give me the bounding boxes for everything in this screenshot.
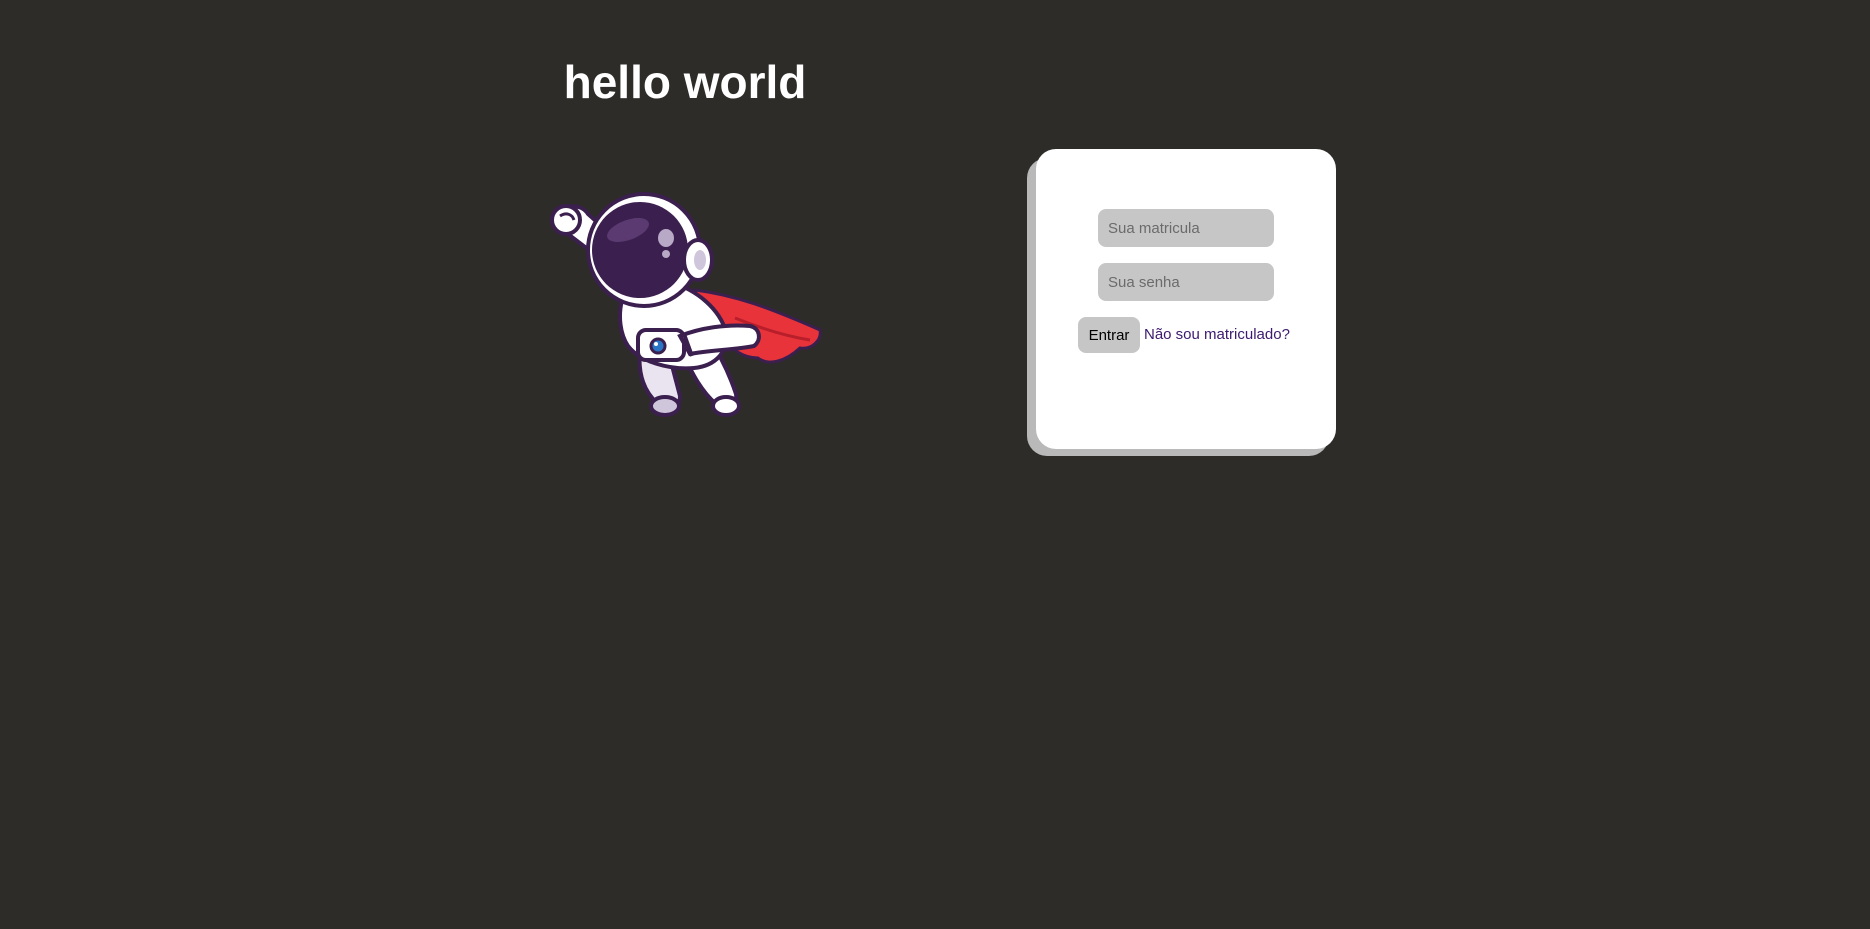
register-link[interactable]: Não sou matriculado? (1144, 326, 1290, 343)
senha-input[interactable] (1098, 263, 1274, 301)
matricula-input[interactable] (1098, 209, 1274, 247)
page: hello world Entrar (0, 0, 1870, 929)
login-card: Entrar Não sou matriculado? (1036, 149, 1336, 449)
enter-button[interactable]: Entrar (1078, 317, 1140, 353)
page-title: hello world (563, 56, 807, 108)
astronaut-icon (550, 192, 822, 417)
